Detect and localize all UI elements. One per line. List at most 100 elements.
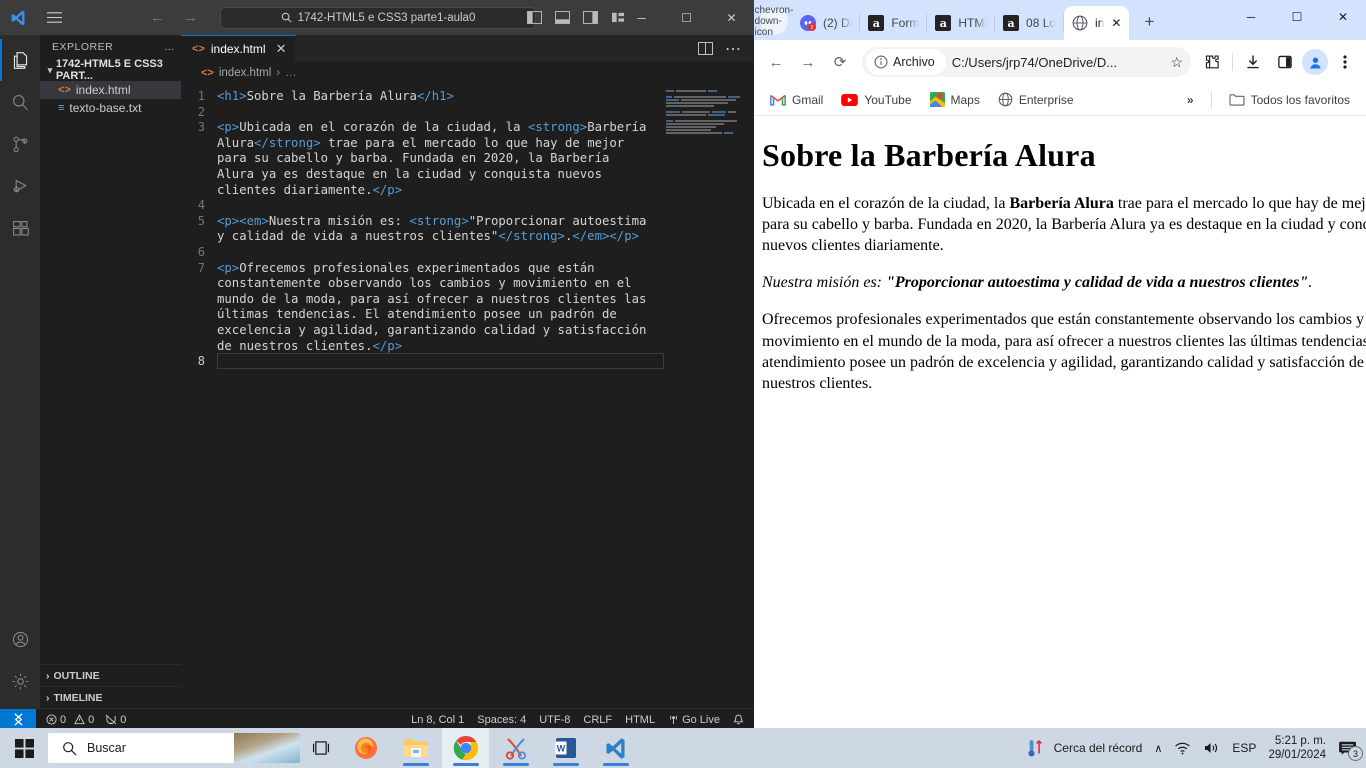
downloads-icon[interactable] — [1238, 47, 1268, 77]
chrome-maximize-button[interactable]: ☐ — [1274, 0, 1320, 34]
line-number: 4 — [197, 198, 205, 213]
p1-before: Ubicada en el corazón de la ciudad, la — [762, 195, 1010, 212]
bookmark-gmail[interactable]: Gmail — [762, 89, 831, 111]
chevron-down-icon: chevron-down-icon — [754, 4, 794, 38]
vscode-body: EXPLORER … ▾ 1742-HTML5 E CSS3 PART... <… — [0, 35, 754, 708]
go-live-label: Go Live — [682, 713, 720, 726]
chrome-tab-form[interactable]: a Form — [860, 6, 928, 40]
bookmark-youtube[interactable]: YouTube — [833, 89, 919, 111]
status-problems[interactable]: 0 0 — [46, 714, 94, 726]
explorer-more-actions-button[interactable]: … — [164, 41, 175, 53]
taskbar-app-vscode[interactable] — [592, 728, 639, 768]
chrome-tab-index-active[interactable]: in ✕ — [1064, 6, 1130, 40]
editor-minimap[interactable] — [666, 90, 740, 200]
status-go-live[interactable]: Go Live — [668, 714, 720, 726]
bookmark-enterprise[interactable]: Enterprise — [990, 88, 1082, 111]
browser-reload-button[interactable]: ⟳ — [824, 46, 856, 78]
language-indicator[interactable]: ESP — [1232, 741, 1256, 755]
bookmark-star-icon[interactable]: ☆ — [1170, 54, 1183, 71]
breadcrumb-file[interactable]: index.html — [219, 67, 271, 79]
close-icon[interactable]: ✕ — [276, 41, 287, 57]
info-circle-icon — [874, 55, 888, 69]
start-button[interactable] — [0, 728, 48, 768]
explorer-root-label: 1742-HTML5 E CSS3 PART... — [55, 58, 163, 82]
back-arrow-glyph[interactable]: ← — [150, 9, 165, 26]
code-editor[interactable]: 1 <h1>Sobre la Barbería Alura</h1> 2 3 <p>… — [181, 84, 754, 708]
tray-overflow-button[interactable]: ∧ — [1154, 742, 1162, 755]
toggle-primary-sidebar-icon[interactable] — [527, 11, 542, 24]
chrome-close-button[interactable]: ✕ — [1320, 0, 1366, 34]
activitybar-settings[interactable] — [0, 660, 40, 702]
task-view-button[interactable] — [300, 740, 342, 756]
new-tab-button[interactable]: + — [1135, 8, 1163, 36]
activitybar-search[interactable] — [0, 81, 40, 123]
all-bookmarks-button[interactable]: Todos los favoritos — [1221, 89, 1358, 111]
menu-hamburger-button[interactable] — [36, 12, 72, 23]
tab-label: HTMl — [958, 16, 988, 30]
quick-open-search[interactable]: 1742-HTML5 e CSS3 parte1-aula0 — [220, 6, 536, 29]
notification-icon[interactable]: 3 — [1338, 740, 1363, 761]
taskbar-app-file-explorer[interactable] — [392, 728, 439, 768]
breadcrumb-tail[interactable]: … — [285, 67, 297, 79]
tab-label: Form — [891, 16, 920, 30]
clock-widget[interactable]: 5:21 p. m. 29/01/2024 — [1268, 734, 1326, 763]
chrome-minimize-button[interactable]: ─ — [1228, 0, 1274, 34]
bell-icon[interactable] — [733, 714, 744, 726]
side-panel-icon[interactable] — [1270, 47, 1300, 77]
activitybar-explorer[interactable] — [0, 39, 40, 81]
bookmarks-overflow-button[interactable]: » — [1179, 93, 1202, 107]
explorer-section-timeline[interactable]: › TIMELINE — [40, 686, 181, 708]
activitybar-accounts[interactable] — [0, 618, 40, 660]
chrome-tab-html[interactable]: a HTMl — [927, 6, 995, 40]
browser-back-button[interactable]: ← — [760, 46, 792, 78]
chrome-tab-08-lo[interactable]: a 08 Lo — [995, 6, 1065, 40]
status-indentation[interactable]: Spaces: 4 — [477, 714, 526, 726]
youtube-icon — [841, 93, 859, 106]
editor-scrollbar[interactable] — [740, 84, 754, 708]
speaker-icon[interactable] — [1203, 741, 1220, 755]
vscode-maximize-button[interactable]: ☐ — [664, 0, 709, 35]
explorer-file-index-html[interactable]: <> index.html — [40, 81, 181, 99]
three-dot-menu-icon[interactable] — [1330, 47, 1360, 77]
taskbar-app-chrome[interactable] — [442, 728, 489, 768]
status-ports[interactable]: 0 — [105, 714, 126, 726]
status-encoding[interactable]: UTF-8 — [539, 714, 570, 726]
vscode-close-button[interactable]: ✕ — [709, 0, 754, 35]
activitybar-source-control[interactable] — [0, 123, 40, 165]
explorer-header: EXPLORER … — [40, 35, 181, 59]
remote-window-button[interactable] — [0, 708, 36, 730]
chrome-tab-discord[interactable]: 2 (2) Di — [792, 6, 861, 40]
tab-search-button[interactable]: chevron-down-icon — [755, 5, 794, 38]
google-maps-icon — [929, 92, 945, 107]
browser-forward-button[interactable]: → — [792, 46, 824, 78]
taskbar-search-box[interactable]: Buscar — [48, 733, 300, 763]
toggle-secondary-sidebar-icon[interactable] — [583, 11, 598, 24]
toggle-panel-icon[interactable] — [555, 11, 570, 24]
editor-layout-icons — [527, 0, 626, 35]
status-language-mode[interactable]: HTML — [625, 714, 655, 726]
explorer-section-outline[interactable]: › OUTLINE — [40, 664, 181, 686]
wifi-icon[interactable] — [1174, 741, 1191, 755]
taskbar-app-firefox[interactable] — [342, 728, 389, 768]
explorer-file-texto-base-txt[interactable]: ≡ texto-base.txt — [40, 99, 181, 117]
editor-tab-index-html[interactable]: <> index.html ✕ — [181, 35, 297, 62]
vscode-minimize-button[interactable]: ─ — [619, 0, 664, 35]
bookmark-maps[interactable]: Maps — [922, 88, 988, 111]
close-icon[interactable]: ✕ — [1111, 16, 1121, 30]
activitybar-extensions[interactable] — [0, 207, 40, 249]
split-editor-icon[interactable] — [698, 42, 713, 55]
taskbar-app-snipping-tool[interactable] — [492, 728, 539, 768]
weather-widget[interactable]: Cerca del récord — [1025, 738, 1142, 758]
explorer-root-folder[interactable]: ▾ 1742-HTML5 E CSS3 PART... — [40, 58, 181, 82]
address-bar[interactable]: Archivo C:/Users/jrp74/OneDrive/D... ☆ — [862, 47, 1191, 77]
status-eol[interactable]: CRLF — [583, 714, 612, 726]
status-cursor-position[interactable]: Ln 8, Col 1 — [411, 714, 464, 726]
extensions-puzzle-icon[interactable] — [1197, 47, 1227, 77]
code-line: 7 <p>Ofrecemos profesionales experimentad… — [181, 261, 754, 355]
file-scheme-chip[interactable]: Archivo — [866, 49, 946, 75]
profile-avatar-icon[interactable] — [1302, 49, 1328, 75]
more-actions-icon[interactable]: ⋯ — [725, 39, 742, 59]
activitybar-run-and-debug[interactable] — [0, 165, 40, 207]
forward-arrow-glyph[interactable]: → — [183, 9, 198, 26]
taskbar-app-word[interactable]: W — [542, 728, 589, 768]
